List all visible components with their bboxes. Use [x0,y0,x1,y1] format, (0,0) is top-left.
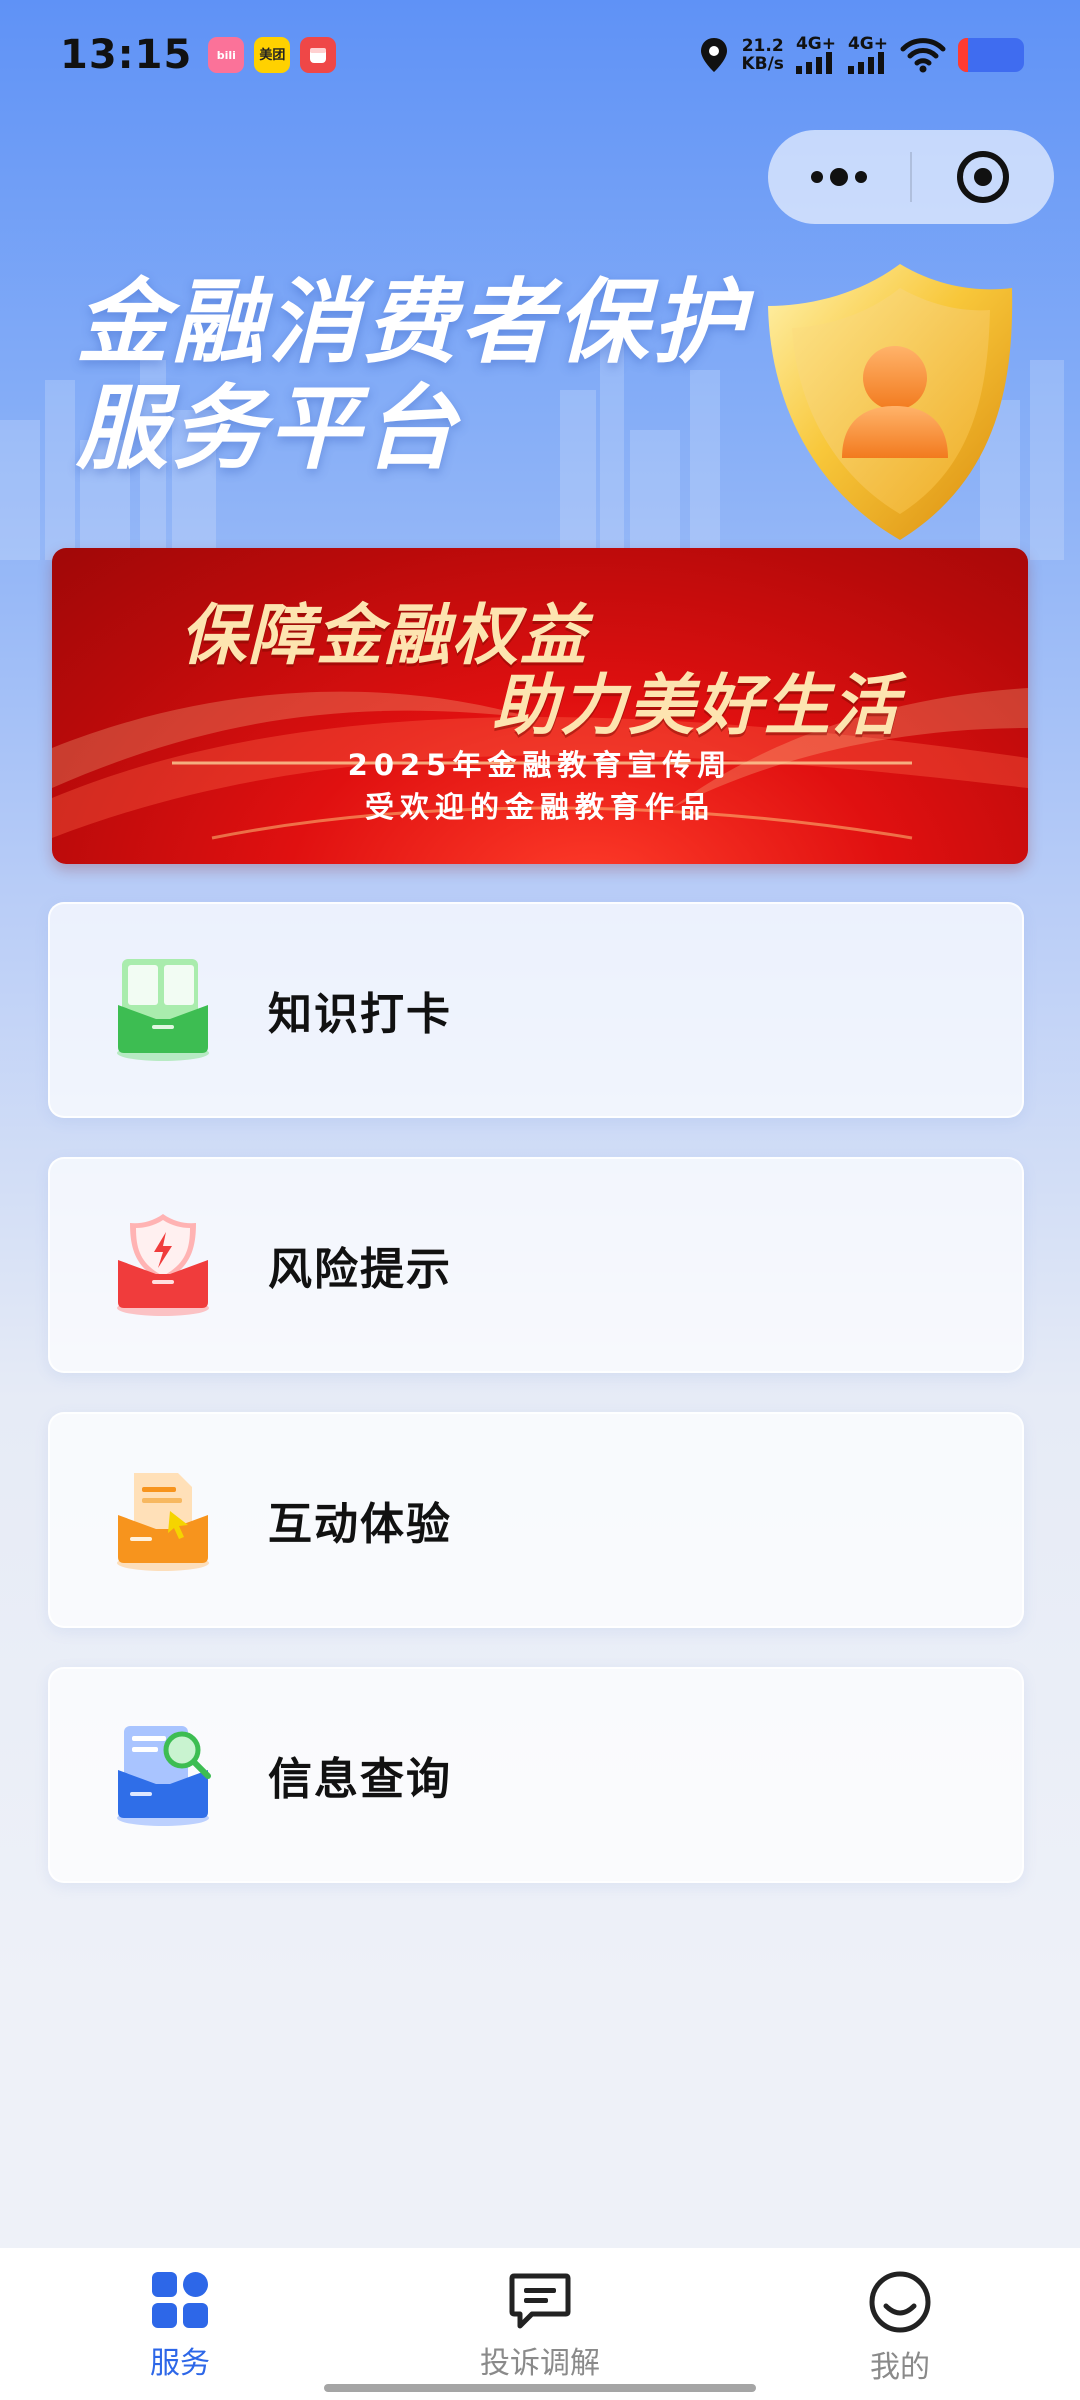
signal-bars-icon [795,52,832,74]
signal-bars-icon [847,52,884,74]
speed-value: 21.2 [741,36,784,56]
menu-item-info-query[interactable]: 信息查询 [48,1667,1024,1883]
document-cursor-icon [108,1465,218,1575]
chat-icon [509,2273,571,2329]
page-title: 金融消费者保护 服务平台 [76,270,756,482]
network-type-2: 4G+ [847,34,888,54]
signal-1: 4G+ [796,36,836,74]
menu-item-knowledge-checkin[interactable]: 知识打卡 [48,902,1024,1118]
signal-2: 4G+ [848,36,888,74]
menu-item-label: 互动体验 [268,1499,452,1550]
shield-user-icon [768,264,1013,540]
status-bar: 13:15 bili 美团 21.2 KB/s 4G+ 4G+ [0,0,1080,110]
more-dots-icon[interactable] [768,130,910,224]
tab-label: 我的 [870,2350,930,2385]
grid-icon [152,2272,208,2328]
banner-headline-2: 助力美好生活 [492,667,900,744]
banner-subtitle-1: 2025年金融教育宣传周 [347,748,733,782]
target-circle-icon[interactable] [912,130,1054,224]
menu-item-interactive-experience[interactable]: 互动体验 [48,1412,1024,1628]
shield-lightning-icon [108,1210,218,1320]
menu-item-label: 知识打卡 [268,989,452,1040]
speed-unit: KB/s [741,54,784,74]
status-time: 13:15 [60,32,193,78]
meituan-app-icon: 美团 [254,37,291,73]
bilibili-app-icon: bili [208,37,245,73]
promo-banner[interactable]: 保障金融权益 助力美好生活 2025年金融教育宣传周 受欢迎的金融教育作品 [52,548,1028,864]
network-type-1: 4G+ [795,34,836,54]
menu-item-label: 风险提示 [268,1244,452,1295]
status-indicators: 21.2 KB/s 4G+ 4G+ [699,36,1024,74]
battery-icon [958,38,1024,72]
miniprogram-capsule [768,130,1054,224]
red-app-icon [300,37,337,73]
network-speed: 21.2 KB/s [741,37,783,73]
tab-label: 投诉调解 [480,2346,600,2381]
title-line-2: 服务平台 [76,375,461,482]
tab-complaint-mediation[interactable]: 投诉调解 [360,2248,720,2400]
tab-service[interactable]: 服务 [0,2248,360,2400]
tab-label: 服务 [150,2346,210,2381]
book-icon [108,955,218,1065]
home-indicator[interactable] [324,2384,756,2392]
banner-subtitle-2: 受欢迎的金融教育作品 [364,790,715,824]
bottom-tab-bar: 服务 投诉调解 我的 [0,2248,1080,2400]
menu-item-risk-alert[interactable]: 风险提示 [48,1157,1024,1373]
smile-icon [869,2271,931,2333]
wifi-icon [900,38,946,73]
location-icon [701,38,728,72]
notification-app-icons: bili 美团 [208,37,337,73]
tab-mine[interactable]: 我的 [720,2248,1080,2400]
document-search-icon [108,1720,218,1830]
title-line-1: 金融消费者保护 [76,269,749,376]
menu-item-label: 信息查询 [268,1754,452,1805]
